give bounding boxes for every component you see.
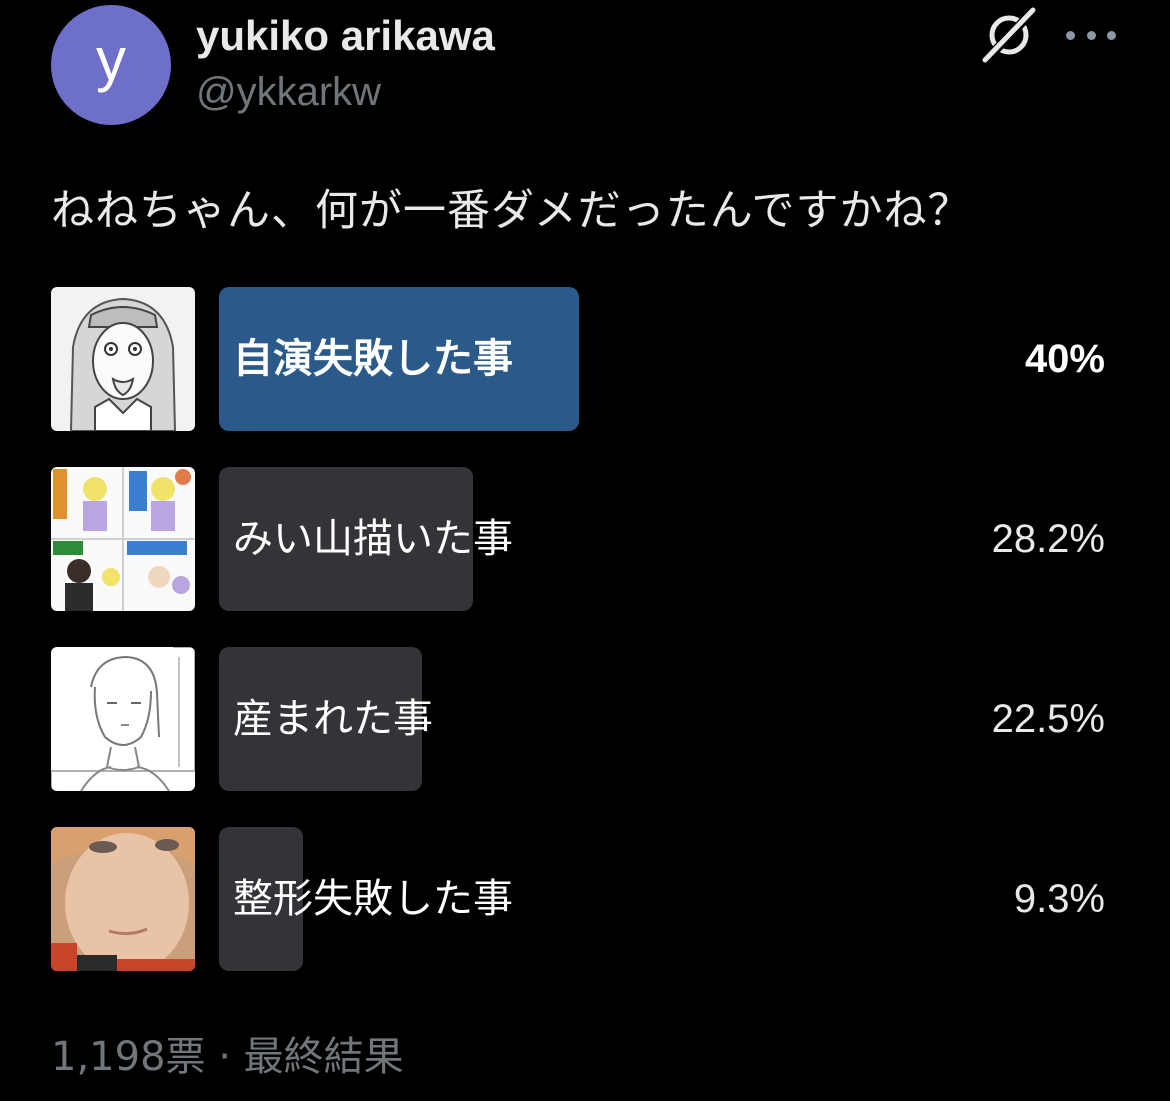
face-photo-image[interactable] — [51, 827, 195, 971]
poll-option-percent: 9.3% — [1013, 877, 1105, 921]
poll-option[interactable]: 産まれた事 22.5% — [51, 647, 1111, 791]
poll-option[interactable]: 整形失敗した事 9.3% — [51, 827, 1111, 971]
poll-option-percent: 28.2% — [991, 517, 1105, 561]
poll-option-label: 自演失敗した事 — [233, 336, 513, 382]
poll-option[interactable]: みい山描いた事 28.2% — [51, 467, 1111, 611]
stamp-grid-image[interactable] — [51, 467, 195, 611]
poll-footer: 1,198票 · 最終結果 — [51, 1034, 404, 1080]
line-drawing-woman-image[interactable] — [51, 647, 195, 791]
poll-option-label: みい山描いた事 — [233, 516, 513, 562]
poll: 自演失敗した事 40% みい山描いた事 28.2% 産まれた事 22.5% 整形… — [51, 287, 1111, 1007]
poll-option-label: 産まれた事 — [233, 696, 433, 742]
user-handle[interactable]: @ykkarkw — [196, 70, 381, 115]
more-icon[interactable] — [1066, 22, 1116, 48]
avatar[interactable]: y — [51, 5, 171, 125]
grok-icon[interactable] — [980, 6, 1038, 64]
tweet-text: ねねちゃん、何が一番ダメだったんですかね？ — [51, 186, 972, 236]
manga-girl-sketch-image[interactable] — [51, 287, 195, 431]
poll-option-percent: 40% — [1024, 337, 1105, 381]
avatar-letter: y — [96, 26, 126, 93]
poll-option-percent: 22.5% — [991, 697, 1105, 741]
display-name[interactable]: yukiko arikawa — [196, 12, 495, 60]
poll-option[interactable]: 自演失敗した事 40% — [51, 287, 1111, 431]
poll-option-label: 整形失敗した事 — [233, 876, 513, 922]
